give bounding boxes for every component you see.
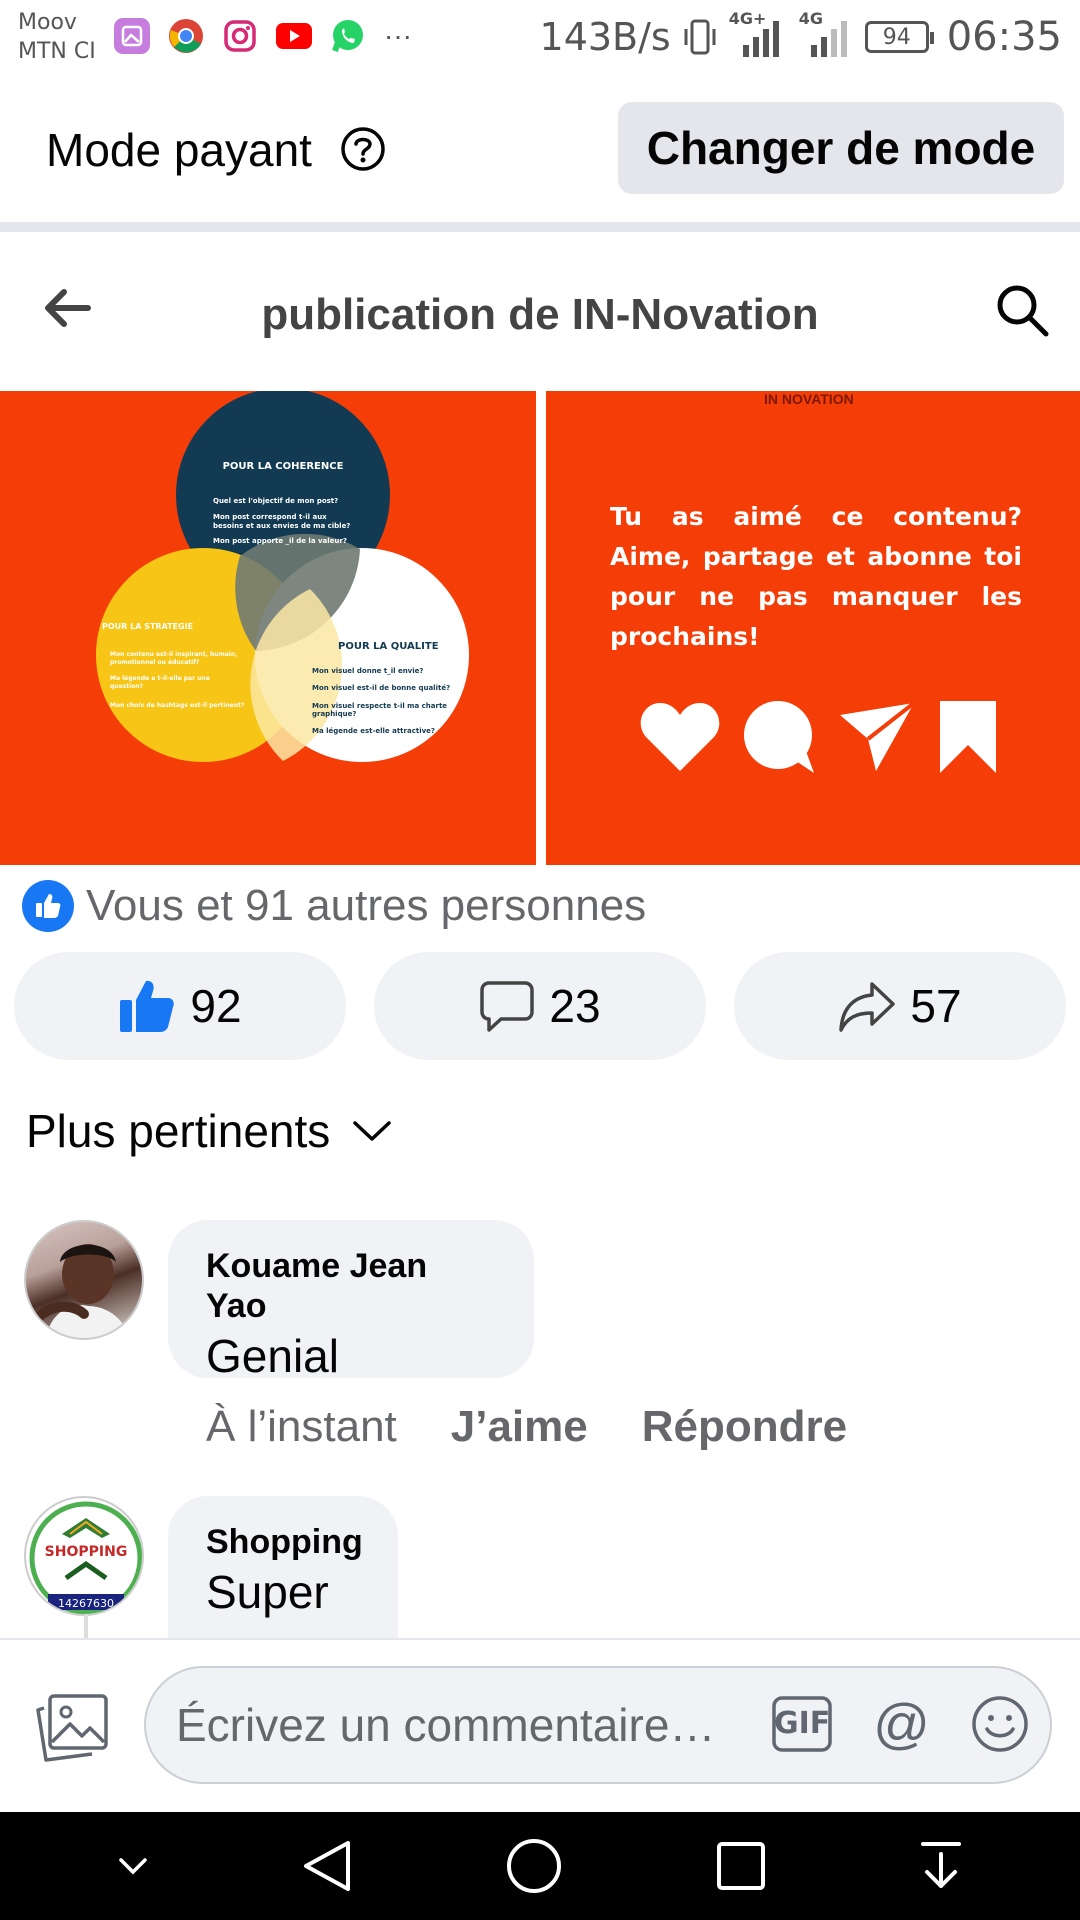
heart-icon	[640, 703, 720, 771]
chrome-notification-icon	[168, 18, 204, 54]
comment-bubble[interactable]: Kouame Jean Yao Genial	[168, 1220, 534, 1382]
carrier-line-2: MTN CI	[18, 39, 96, 64]
back-triangle-icon[interactable]	[302, 1839, 352, 1893]
system-status: 143B/s 4G+ 4G 94 06:35	[539, 9, 1062, 60]
divider	[0, 222, 1080, 232]
reply-button[interactable]: Répondre	[642, 1402, 847, 1452]
photo-icon[interactable]	[36, 1694, 108, 1762]
venn-diagram-image[interactable]: POUR LA COHERENCE Quel est l'objectif de…	[0, 391, 536, 865]
vibrate-icon	[684, 19, 716, 55]
network-speed: 143B/s	[539, 15, 671, 59]
comment-bubble[interactable]: Shopping Super	[168, 1496, 398, 1638]
venn-left-line-5: Mon choix de hashtags est-il pertinent?	[110, 702, 245, 709]
clock: 06:35	[946, 14, 1062, 60]
whatsapp-notification-icon	[330, 18, 366, 54]
comment-text: Genial	[206, 1330, 339, 1382]
comment-meta: À l’instant J’aime Répondre	[206, 1402, 847, 1452]
venn-right-line-3: Mon visuel respecte t-il ma charte	[312, 702, 447, 710]
more-notifications-icon: ···	[384, 20, 412, 51]
comment-count: 23	[549, 980, 601, 1032]
question-circle-icon[interactable]	[340, 126, 386, 172]
share-icon	[839, 982, 896, 1032]
like-reaction-icon	[22, 880, 74, 932]
in-novation-logo: IN NOVATION	[764, 391, 854, 407]
mention-icon[interactable]: @	[873, 1696, 930, 1752]
avatar[interactable]	[24, 1220, 144, 1340]
paper-plane-icon	[840, 701, 916, 771]
battery-icon: 94	[864, 21, 934, 53]
venn-left-line-4: question?	[110, 683, 144, 690]
mode-label: Mode payant	[46, 124, 312, 176]
emoji-icon[interactable]	[970, 1694, 1030, 1754]
venn-right-line-4: graphique?	[312, 710, 356, 718]
venn-top-line-1: Quel est l'objectif de mon post?	[213, 497, 338, 505]
comment-sort-dropdown[interactable]: Plus pertinents	[26, 1104, 392, 1158]
comment-composer: GIF @	[0, 1638, 1080, 1812]
signal-4gplus-icon: 4G+	[729, 9, 785, 59]
reaction-summary[interactable]: Vous et 91 autres personnes	[22, 876, 646, 936]
venn-left-line-2: promotionnel ou éducatif?	[110, 659, 200, 666]
venn-top-line-4: Mon post apporte _il de la valeur?	[213, 537, 347, 545]
share-button[interactable]: 57	[734, 952, 1066, 1060]
notification-icons: ···	[114, 18, 412, 54]
venn-right-line-2: Mon visuel est-il de bonne qualité?	[312, 684, 450, 692]
gif-button[interactable]: GIF	[771, 1695, 833, 1753]
venn-right-line-5: Ma légende est-elle attractive?	[312, 727, 435, 735]
avatar[interactable]: SHOPPING 14267630	[24, 1496, 144, 1616]
composer-actions: GIF @	[771, 1694, 1030, 1754]
comment-icon	[480, 981, 535, 1032]
venn-top-title: POUR LA COHERENCE	[223, 461, 344, 472]
change-mode-button[interactable]: Changer de mode	[618, 102, 1064, 194]
venn-left-line-1: Mon contenu est-il inspirant, humain,	[110, 651, 237, 658]
avatar-number: 14267630	[58, 1597, 114, 1610]
system-navigation-bar	[0, 1812, 1080, 1920]
cta-text: Tu as aimé ce contenu? Aime, partage et …	[610, 502, 1022, 651]
sort-label: Plus pertinents	[26, 1105, 331, 1157]
gif-icon: GIF	[774, 1706, 831, 1741]
venn-left-line-3: Ma légende a t-il-elle par une	[110, 675, 210, 682]
hide-nav-chevron-icon[interactable]	[117, 1856, 149, 1876]
venn-top-line-3: besoins et aux envies de ma cible?	[213, 522, 350, 530]
comment-button[interactable]: 23	[374, 952, 706, 1060]
gallery-notification-icon	[114, 18, 150, 54]
like-button[interactable]: 92	[14, 952, 346, 1060]
cta-icons	[640, 701, 998, 773]
comment-text: Super	[206, 1566, 329, 1618]
speech-bubble-icon	[744, 701, 814, 773]
signal-4g-icon: 4G	[797, 9, 853, 59]
search-icon[interactable]	[994, 282, 1050, 338]
status-bar: Moov MTN CI ··· 143B/s 4G+ 4G 94 06:35	[0, 0, 1080, 76]
venn-right-line-1: Mon visuel donne t_il envie?	[312, 667, 423, 675]
recents-square-icon[interactable]	[716, 1841, 766, 1891]
home-circle-icon[interactable]	[506, 1838, 562, 1894]
reaction-summary-text: Vous et 91 autres personnes	[86, 881, 647, 930]
bookmark-icon	[940, 701, 996, 773]
like-comment-button[interactable]: J’aime	[451, 1402, 588, 1452]
venn-right-title: POUR LA QUALITE	[338, 641, 439, 652]
share-count: 57	[910, 980, 962, 1032]
comment-timestamp: À l’instant	[206, 1402, 397, 1451]
venn-top-line-2: Mon post correspond t-il aux	[213, 513, 327, 521]
notification-pulldown-icon[interactable]	[919, 1840, 963, 1892]
mode-bar: Mode payant Changer de mode	[0, 76, 1080, 222]
thumbs-up-icon	[120, 980, 175, 1032]
venn-diagram: POUR LA COHERENCE Quel est l'objectif de…	[96, 391, 469, 762]
page-title: publication de IN-Novation	[261, 290, 819, 339]
comment-author[interactable]: Kouame Jean Yao	[206, 1246, 496, 1326]
instagram-notification-icon	[222, 18, 258, 54]
like-count: 92	[190, 980, 242, 1032]
post-actions: 92 23 57	[14, 952, 1066, 1060]
avatar-label: SHOPPING	[45, 1544, 128, 1560]
carrier-label: Moov MTN CI	[18, 8, 96, 66]
comment-author[interactable]: Shopping	[206, 1522, 363, 1562]
chevron-down-icon	[353, 1121, 392, 1141]
thread-line	[84, 1614, 88, 1638]
cta-image[interactable]: IN NOVATION Tu as aimé ce contenu? Aime,…	[546, 391, 1080, 865]
venn-left-title: POUR LA STRATEGIE	[102, 622, 193, 631]
youtube-notification-icon	[276, 18, 312, 54]
post-media: POUR LA COHERENCE Quel est l'objectif de…	[0, 391, 1080, 865]
post-header: publication de IN-Novation	[0, 232, 1080, 390]
carrier-line-1: Moov	[18, 10, 77, 35]
